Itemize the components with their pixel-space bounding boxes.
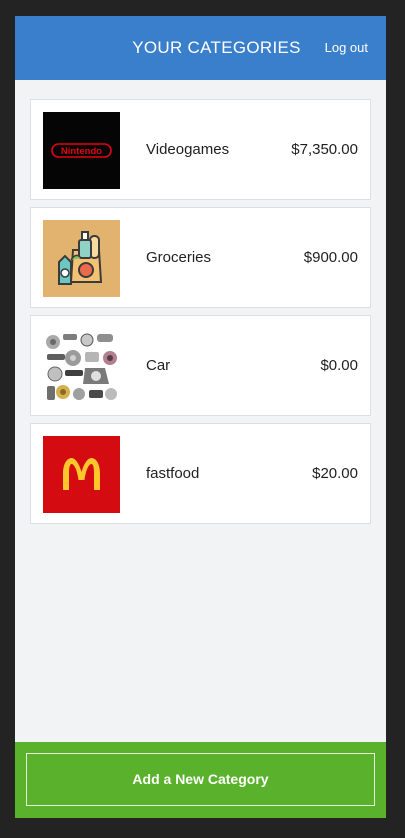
category-card-fastfood[interactable]: fastfood $20.00 <box>30 423 371 524</box>
svg-text:Nintendo: Nintendo <box>61 146 102 157</box>
category-card-car[interactable]: Car $0.00 <box>30 315 371 416</box>
category-name: Videogames <box>146 141 230 158</box>
category-name: Groceries <box>146 249 212 266</box>
app-header: YOUR CATEGORIES Log out <box>15 16 386 80</box>
category-list: Nintendo Videogames $7,350.00 Groceries … <box>30 99 371 531</box>
category-amount: $0.00 <box>320 357 358 374</box>
footer-bar: Add a New Category <box>15 742 386 818</box>
logout-link[interactable]: Log out <box>325 16 368 80</box>
mcdonalds-logo-icon <box>43 436 120 513</box>
category-amount: $900.00 <box>303 249 358 266</box>
category-amount: $20.00 <box>312 465 358 482</box>
add-category-button[interactable]: Add a New Category <box>26 753 375 806</box>
nintendo-logo-icon: Nintendo <box>43 112 120 189</box>
category-name: Car <box>146 357 171 374</box>
car-parts-icon <box>43 328 120 405</box>
category-card-videogames[interactable]: Nintendo Videogames $7,350.00 <box>30 99 371 200</box>
groceries-bag-icon <box>43 220 120 297</box>
app-screen: YOUR CATEGORIES Log out Nintendo Videoga… <box>15 16 386 818</box>
category-card-groceries[interactable]: Groceries $900.00 <box>30 207 371 308</box>
category-name: fastfood <box>146 465 200 482</box>
category-amount: $7,350.00 <box>291 141 358 158</box>
